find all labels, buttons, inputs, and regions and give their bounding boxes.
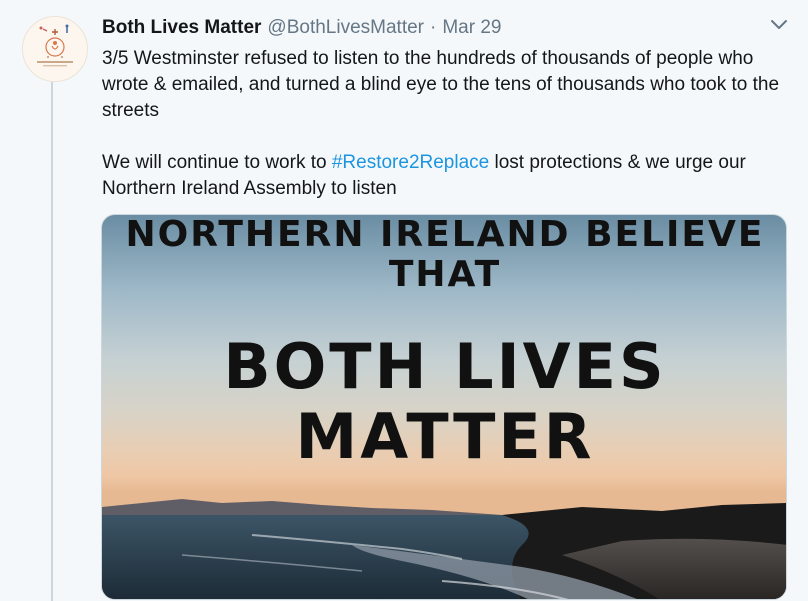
both-lives-matter-logo [23, 17, 87, 81]
tweet-header: Both Lives Matter @BothLivesMatter · Mar… [102, 17, 501, 41]
avatar[interactable] [22, 16, 88, 82]
image-headline-line-4: MATTER [295, 400, 595, 473]
more-options-button[interactable] [770, 18, 788, 32]
chevron-down-icon [771, 20, 787, 29]
user-handle[interactable]: @BothLivesMatter [267, 17, 424, 39]
tweet-body: 3/5 Westminster refused to listen to the… [102, 46, 792, 202]
tweet[interactable]: Both Lives Matter @BothLivesMatter · Mar… [0, 0, 808, 601]
display-name[interactable]: Both Lives Matter [102, 17, 261, 39]
separator-dot: · [430, 17, 437, 38]
tweet-text-segment: We will continue to work to [102, 152, 332, 173]
tweet-media-image[interactable]: NORTHERN IRELAND BELIEVE THAT BOTH LIVES… [101, 214, 787, 600]
image-headline-line-3: BOTH LIVES [223, 330, 667, 403]
thread-connector-line [51, 82, 53, 601]
image-headline-line-2: THAT [388, 254, 502, 295]
image-headline-line-1: NORTHERN IRELAND BELIEVE [125, 214, 765, 255]
timestamp[interactable]: Mar 29 [442, 17, 501, 39]
tweet-paragraph-1: 3/5 Westminster refused to listen to the… [102, 48, 780, 121]
tweet-paragraph-2: We will continue to work to #Restore2Rep… [102, 150, 792, 202]
hashtag-link[interactable]: #Restore2Replace [332, 152, 489, 173]
